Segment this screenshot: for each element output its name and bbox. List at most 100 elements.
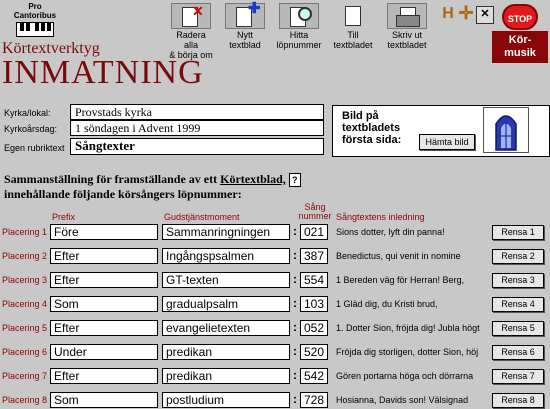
prefix-field[interactable]: Som (50, 296, 158, 312)
moment-field[interactable]: gradualpsalm (162, 296, 290, 312)
column-prefix: Prefix (52, 212, 76, 222)
prefix-field[interactable]: Efter (50, 248, 158, 264)
column-nummer-bottom: nummer (298, 211, 332, 221)
inledning-text: 1. Dotter Sion, fröjda dig! Jubla högt (336, 323, 480, 333)
printer-icon (387, 3, 427, 29)
nummer-field[interactable]: 520 (300, 344, 328, 360)
radera-button[interactable]: ✕ Radera alla & börja om (168, 3, 214, 60)
separator: : (293, 272, 297, 286)
skriv-label: Skriv ut textbladet (387, 30, 427, 50)
prefix-field[interactable]: Före (50, 224, 158, 240)
rensa-button[interactable]: Rensa 3 (492, 273, 544, 288)
nummer-field[interactable]: 728 (300, 392, 328, 408)
nummer-field[interactable]: 052 (300, 320, 328, 336)
nytt-label: Nytt textblad (229, 30, 261, 50)
row-label: Placering 2 (2, 251, 48, 261)
column-nummer: Sång nummer (298, 203, 332, 221)
rensa-button[interactable]: Rensa 4 (492, 297, 544, 312)
separator: : (293, 368, 297, 382)
kortextblad-link[interactable]: Körtextblad, (220, 172, 286, 186)
document-icon (345, 6, 361, 26)
section-heading: Sammanställning för framställande av ett… (4, 172, 301, 201)
till-textbladet-button[interactable]: Till textbladet (330, 3, 376, 50)
row-label: Placering 5 (2, 323, 48, 333)
separator: : (293, 248, 297, 262)
moment-field[interactable]: predikan (162, 368, 290, 384)
rensa-button[interactable]: Rensa 8 (492, 393, 544, 408)
moment-field[interactable]: postludium (162, 392, 290, 408)
separator: : (293, 320, 297, 334)
heading-line2: innehållande följande körsångers löpnumm… (4, 187, 242, 201)
radera-label: Radera alla & börja om (169, 30, 213, 60)
nummer-field[interactable]: 021 (300, 224, 328, 240)
kyrka-label: Kyrka/lokal: (4, 108, 51, 118)
move-icon[interactable]: H (440, 6, 456, 22)
row-label: Placering 8 (2, 395, 48, 405)
rensa-button[interactable]: Rensa 6 (492, 345, 544, 360)
rensa-button[interactable]: Rensa 5 (492, 321, 544, 336)
cross-icon[interactable]: ✛ (458, 4, 474, 22)
hitta-label: Hitta löpnummer (276, 30, 322, 50)
help-button[interactable]: ? (288, 173, 301, 187)
moment-field[interactable]: Sammanringningen (162, 224, 290, 240)
separator: : (293, 344, 297, 358)
row-label: Placering 1 (2, 227, 48, 237)
inledning-text: 1 Bereden väg för Herran! Berg, (336, 275, 465, 285)
inledning-text: Benedictus, qui venit in nomine (336, 251, 461, 261)
hamta-bild-button[interactable]: Hämta bild (419, 134, 475, 150)
row-label: Placering 7 (2, 371, 48, 381)
heading-line1: Sammanställning för framställande av ett (4, 172, 218, 186)
prefix-field[interactable]: Efter (50, 320, 158, 336)
bild-title: Bild på textbladets första sida: (342, 110, 402, 146)
kyrkoarsdag-label: Kyrkoårsdag: (4, 124, 58, 134)
rubrik-label: Egen rubriktext (4, 143, 65, 153)
rensa-button[interactable]: Rensa 1 (492, 225, 544, 240)
moment-field[interactable]: evangelietexten (162, 320, 290, 336)
inledning-text: Gören portarna höga och dörrarna (336, 371, 474, 381)
erase-icon: ✕ (171, 3, 211, 29)
stop-button[interactable]: STOP (502, 4, 538, 30)
separator: : (293, 224, 297, 238)
logo-line2: Cantoribus (13, 11, 57, 20)
nummer-field[interactable]: 103 (300, 296, 328, 312)
church-window-icon (495, 115, 517, 151)
inledning-text: Hosianna, Davids son! Välsignad (336, 395, 469, 405)
prefix-field[interactable]: Efter (50, 272, 158, 288)
app-logo: Pro Cantoribus (12, 2, 58, 20)
separator: : (293, 392, 297, 406)
prefix-field[interactable]: Under (50, 344, 158, 360)
nytt-textblad-button[interactable]: ✚ Nytt textblad (222, 1, 268, 50)
inledning-text: Sions dotter, lyft din panna! (336, 227, 445, 237)
rubrik-field[interactable]: Sångtexter (70, 138, 324, 155)
kormusik-button[interactable]: Kör- musik (492, 31, 548, 63)
moment-field[interactable]: predikan (162, 344, 290, 360)
prefix-field[interactable]: Efter (50, 368, 158, 384)
kyrka-field[interactable]: Provstads kyrka (70, 104, 324, 120)
row-label: Placering 6 (2, 347, 48, 357)
moment-field[interactable]: GT-texten (162, 272, 290, 288)
close-window-icon[interactable]: ✕ (476, 6, 494, 24)
nummer-field[interactable]: 387 (300, 248, 328, 264)
magnifier-icon (279, 3, 319, 29)
separator: : (293, 296, 297, 310)
column-moment: Gudstjänstmoment (164, 212, 240, 222)
row-label: Placering 4 (2, 299, 48, 309)
nummer-field[interactable]: 554 (300, 272, 328, 288)
kyrkoarsdag-field[interactable]: 1 söndagen i Advent 1999 (70, 120, 324, 136)
column-inledning: Sångtextens inledning (336, 212, 425, 222)
till-label: Till textbladet (333, 30, 373, 50)
row-label: Placering 3 (2, 275, 48, 285)
rensa-button[interactable]: Rensa 7 (492, 369, 544, 384)
nummer-field[interactable]: 542 (300, 368, 328, 384)
skriv-ut-button[interactable]: Skriv ut textbladet (384, 3, 430, 50)
prefix-field[interactable]: Som (50, 392, 158, 408)
inledning-text: 1 Gläd dig, du Kristi brud, (336, 299, 438, 309)
hitta-button[interactable]: Hitta löpnummer (276, 3, 322, 50)
inledning-text: Fröjda dig storligen, dotter Sion, höj (336, 347, 479, 357)
logo-line1: Pro (28, 2, 42, 11)
new-document-icon: ✚ (225, 1, 265, 29)
church-image (483, 107, 529, 153)
piano-icon (16, 22, 54, 37)
rensa-button[interactable]: Rensa 2 (492, 249, 544, 264)
moment-field[interactable]: Ingångspsalmen (162, 248, 290, 264)
